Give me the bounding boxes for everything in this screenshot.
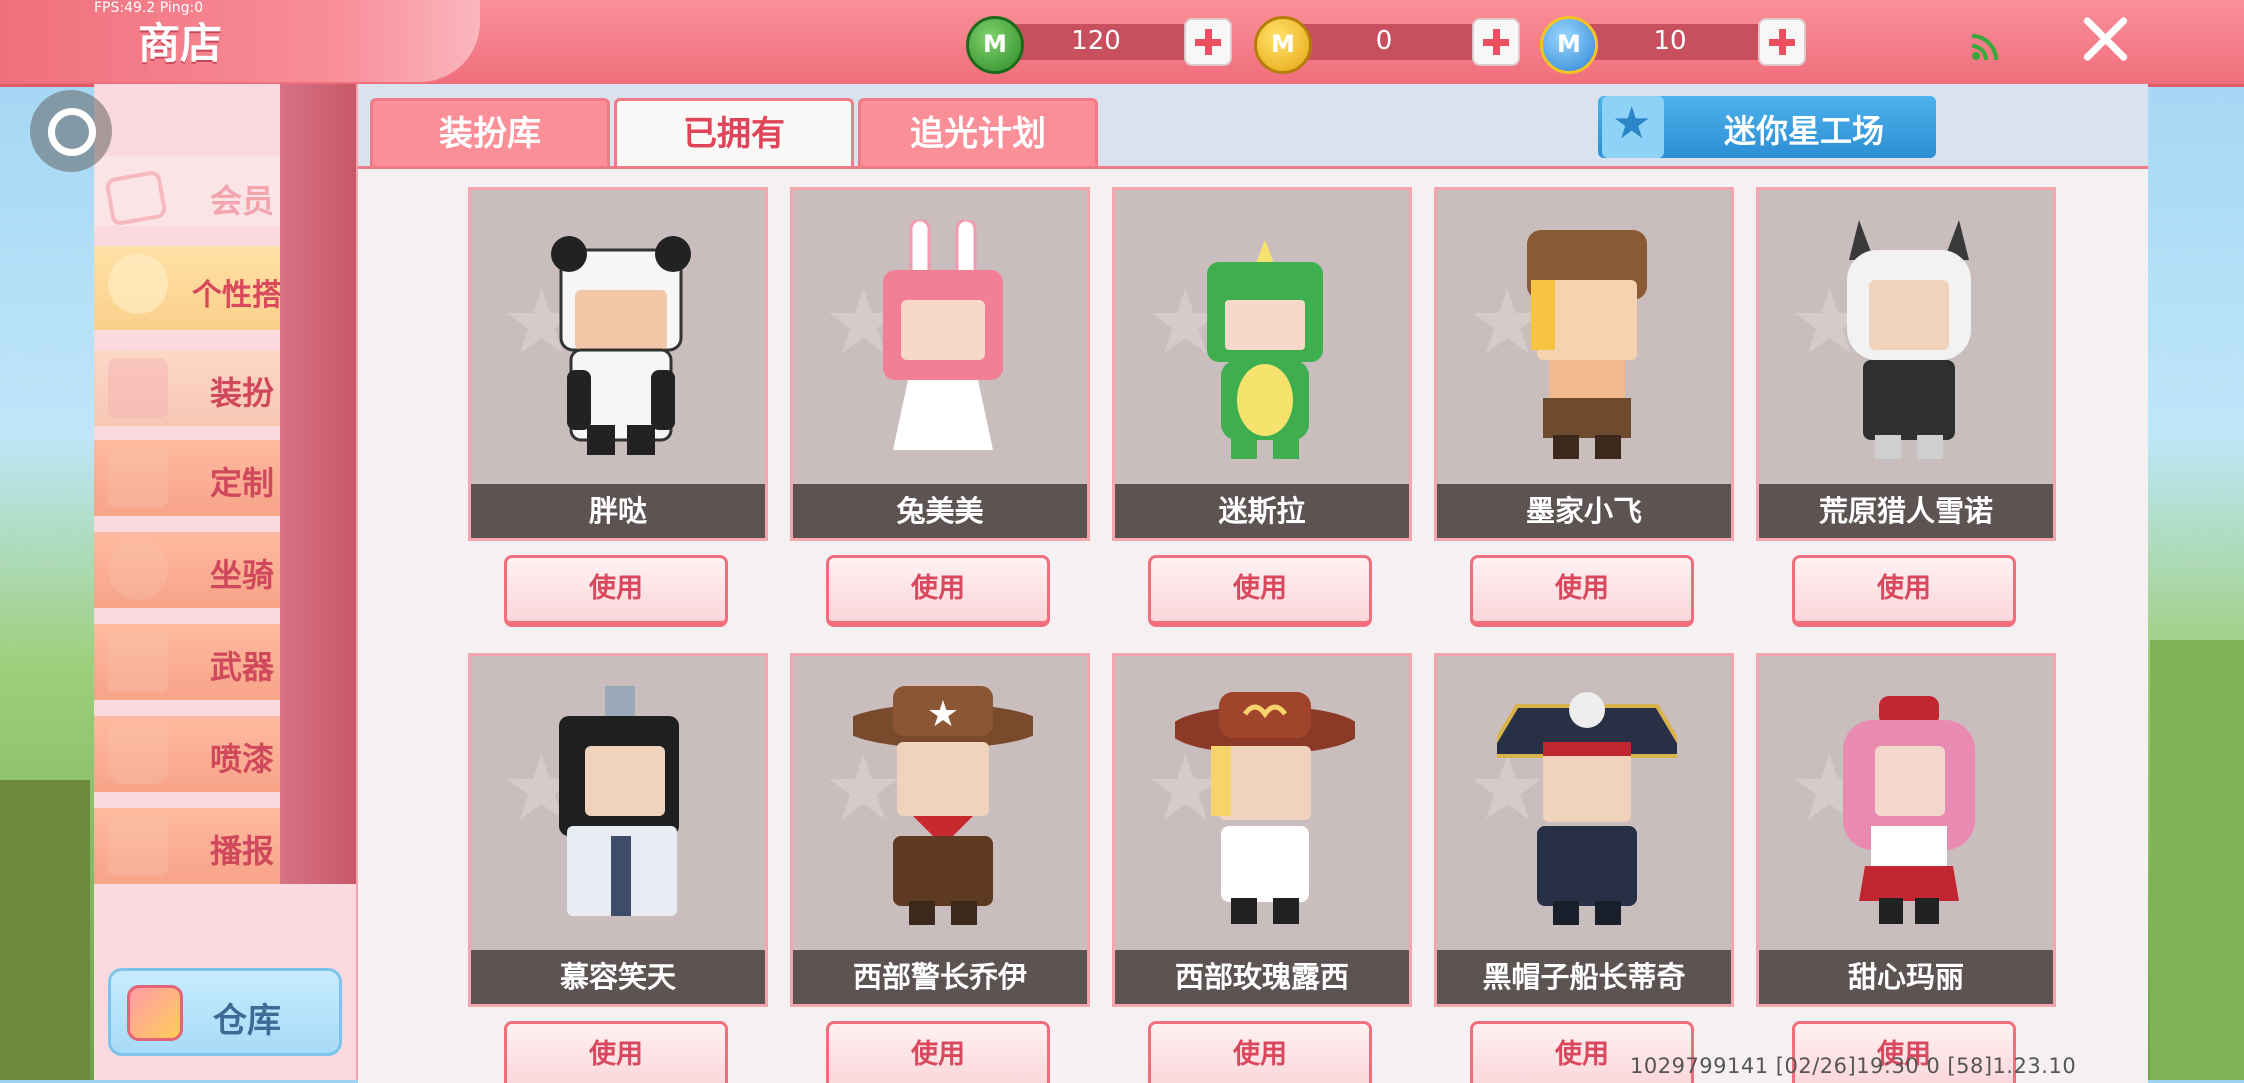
skin-card[interactable]: ★ 西部玫瑰露西: [1112, 653, 1412, 1007]
skin-card[interactable]: ★ 胖哒: [468, 187, 768, 541]
title-tab: [0, 0, 480, 82]
background-block: [0, 780, 90, 1080]
add-mini-bean-button[interactable]: [1184, 18, 1232, 66]
skin-card[interactable]: ★ 荒原猎人雪诺: [1756, 187, 2056, 541]
character-figure: [1207, 240, 1323, 459]
character-figure: [559, 686, 679, 916]
add-mini-gold-button[interactable]: [1472, 18, 1520, 66]
use-button[interactable]: 使用: [1470, 555, 1694, 627]
skin-name: 兔美美: [793, 484, 1087, 538]
use-button[interactable]: 使用: [1148, 1021, 1372, 1083]
skin-card[interactable]: ★ 黑帽子船长蒂奇: [1434, 653, 1734, 1007]
skin-name: 西部警长乔伊: [793, 950, 1087, 1004]
add-mini-point-button[interactable]: [1758, 18, 1806, 66]
use-button[interactable]: 使用: [826, 555, 1050, 627]
sidebar-item-label: 喷漆: [210, 740, 275, 778]
star-icon: [108, 254, 168, 314]
character-figure: [883, 220, 1003, 450]
sidebar-divider: [280, 84, 356, 884]
warehouse-icon: [127, 985, 183, 1041]
sidebar-item-label: 会员: [210, 182, 275, 220]
skin-card[interactable]: ★ 兔美美: [790, 187, 1090, 541]
close-icon[interactable]: [2080, 14, 2130, 64]
skin-name: 西部玫瑰露西: [1115, 950, 1409, 1004]
skin-name: 甜心玛丽: [1759, 950, 2053, 1004]
background-block: [2150, 640, 2244, 1080]
shirt-icon: [108, 358, 168, 418]
skin-card[interactable]: ★ ★ 西部警长乔伊: [790, 653, 1090, 1007]
character-figure: [1497, 692, 1677, 925]
warehouse-button[interactable]: 仓库: [108, 968, 342, 1056]
page-title: 商店: [138, 19, 223, 68]
skin-card[interactable]: ★ 甜心玛丽: [1756, 653, 2056, 1007]
currency-value: 10: [1653, 26, 1687, 56]
character-figure: ★: [853, 686, 1033, 925]
broadcast-icon: [108, 816, 168, 876]
use-button[interactable]: 使用: [1792, 555, 2016, 627]
skin-card[interactable]: ★ 迷斯拉: [1112, 187, 1412, 541]
use-button[interactable]: 使用: [1148, 555, 1372, 627]
character-figure: [1527, 230, 1647, 459]
mini-star-studio-button[interactable]: 迷你星工场: [1598, 96, 1936, 158]
currency-value: 120: [1071, 26, 1121, 56]
tab-dressup-library[interactable]: 装扮库: [370, 98, 610, 168]
top-bar: 商店 FPS:49.2 Ping:0 M 120 M 0 M 10: [0, 0, 2244, 87]
currency-value: 0: [1375, 26, 1393, 56]
vip-icon: [104, 169, 168, 227]
record-indicator-icon[interactable]: [30, 90, 112, 172]
use-button[interactable]: 使用: [504, 555, 728, 627]
skin-name: 荒原猎人雪诺: [1759, 484, 2053, 538]
sidebar-item-label: 坐骑: [210, 556, 275, 594]
sidebar-item-label: 播报: [210, 832, 275, 870]
sidebar-item-label: 定制: [210, 464, 275, 502]
account-info: 1029799141 [02/26]19:30 0 [58]1.23.10: [1630, 1054, 2077, 1078]
skin-name: 慕容笑天: [471, 950, 765, 1004]
skin-name: 迷斯拉: [1115, 484, 1409, 538]
paint-icon: [108, 448, 168, 508]
signal-icon: [1971, 34, 1998, 61]
use-button[interactable]: 使用: [504, 1021, 728, 1083]
skin-name: 胖哒: [471, 484, 765, 538]
spray-can-icon: [108, 724, 168, 784]
gun-icon: [108, 632, 168, 692]
studio-button-label: 迷你星工场: [1724, 112, 1885, 150]
sidebar-item-label: 武器: [210, 648, 275, 686]
tab-light-chaser-plan[interactable]: 追光计划: [858, 98, 1098, 168]
character-figure: [1175, 692, 1355, 924]
skin-card[interactable]: ★ 墨家小飞: [1434, 187, 1734, 541]
star-icon: [1602, 96, 1664, 158]
character-figure: [551, 236, 691, 455]
svg-text:★: ★: [927, 694, 959, 735]
debug-info: FPS:49.2 Ping:0: [94, 0, 204, 16]
tab-owned[interactable]: 已拥有: [614, 98, 854, 170]
warehouse-label: 仓库: [213, 1001, 281, 1041]
character-figure: [1847, 220, 1971, 459]
use-button[interactable]: 使用: [826, 1021, 1050, 1083]
sidebar-item-label: 装扮: [210, 374, 275, 412]
skin-name: 黑帽子船长蒂奇: [1437, 950, 1731, 1004]
skin-card[interactable]: ★ 慕容笑天: [468, 653, 768, 1007]
skin-grid: ★ 胖哒 ★ 兔美美 ★ 迷斯拉 ★ 墨家小飞 ★ 荒原猎人雪诺 使用 使用 使…: [358, 166, 2148, 1083]
skin-name: 墨家小飞: [1437, 484, 1731, 538]
mount-icon: [108, 540, 168, 600]
character-figure: [1843, 696, 1975, 924]
